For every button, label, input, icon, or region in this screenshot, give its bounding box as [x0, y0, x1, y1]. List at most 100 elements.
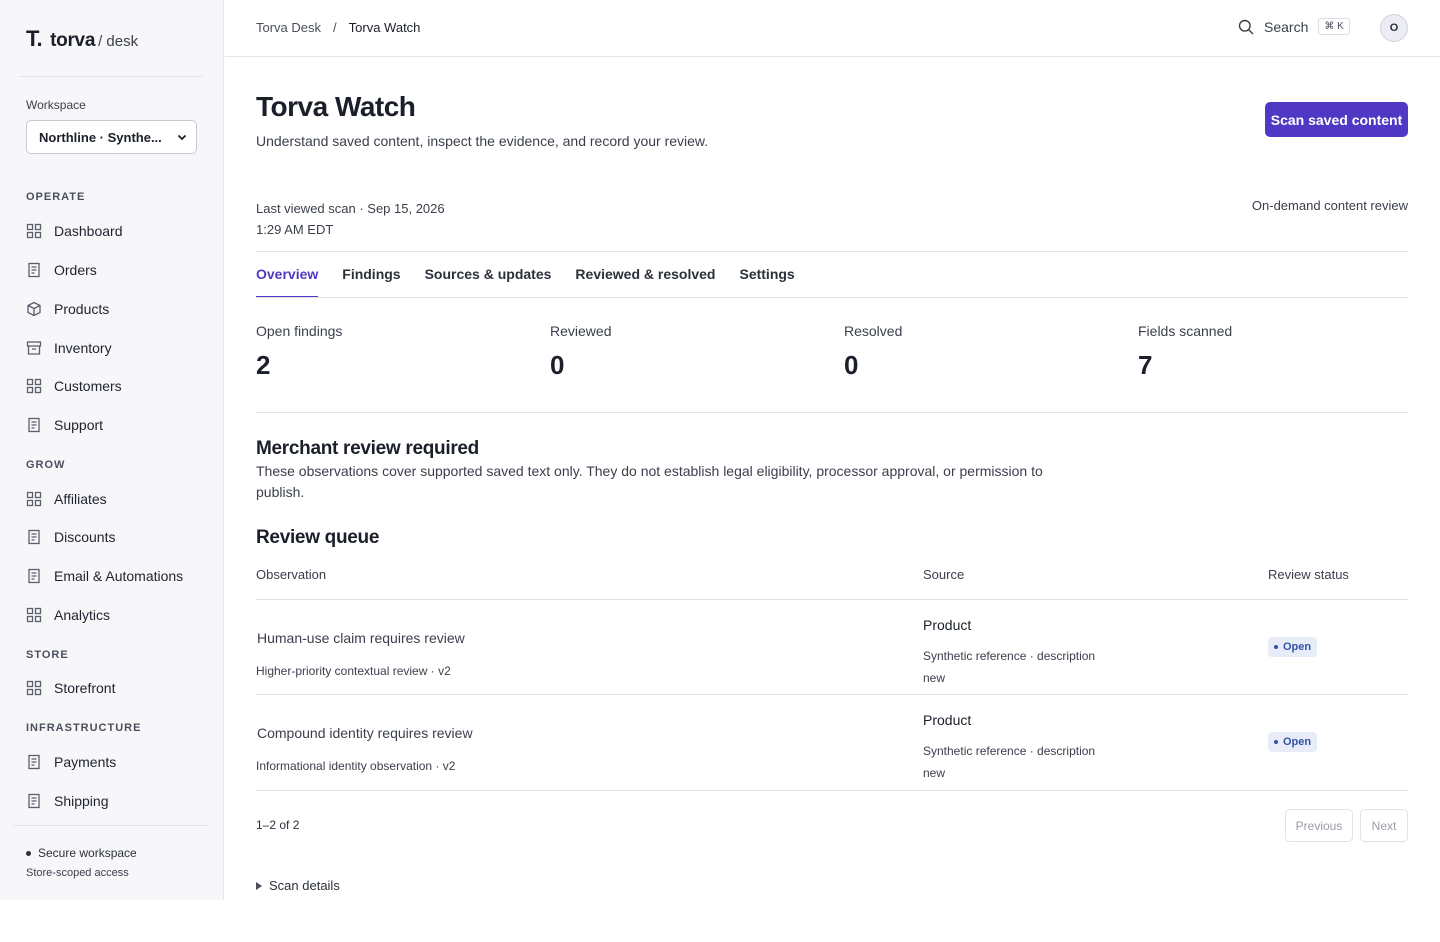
stat-label: Fields scanned — [1138, 323, 1233, 339]
secure-workspace-indicator: Secure workspace — [26, 846, 137, 860]
scan-saved-content-button[interactable]: Scan saved content — [1265, 102, 1408, 137]
avatar[interactable]: O — [1380, 14, 1408, 42]
receipt-icon — [26, 754, 42, 770]
brand-mark: T. — [26, 26, 43, 51]
tab-sources-updates[interactable]: Sources & updates — [425, 252, 552, 298]
sidebar-item-label: Dashboard — [54, 223, 123, 239]
sidebar-divider — [20, 76, 203, 77]
grid-icon — [26, 680, 42, 696]
sidebar-item-label: Shipping — [54, 793, 109, 809]
breadcrumb-separator: / — [333, 20, 337, 35]
stat-open-findings: Open findings 2 — [256, 323, 536, 381]
review-mode-label: On-demand content review — [1251, 198, 1408, 213]
observation-title[interactable]: Human-use claim requires review — [257, 630, 465, 646]
sidebar-item-label: Support — [54, 417, 104, 433]
sidebar-item-customers[interactable]: Customers — [26, 372, 206, 400]
receipt-icon — [26, 417, 42, 433]
stat-value: 7 — [1138, 350, 1153, 380]
brand-logo[interactable]: T. torva / desk — [26, 26, 139, 51]
sidebar-item-inventory[interactable]: Inventory — [26, 334, 206, 362]
status-label: Open — [1283, 736, 1312, 748]
search-shortcut: ⌘ K — [1318, 18, 1350, 35]
sidebar-item-label: Discounts — [54, 529, 116, 545]
tab-findings[interactable]: Findings — [342, 252, 400, 298]
status-dot-icon — [1274, 740, 1278, 744]
sidebar-item-label: Inventory — [54, 340, 112, 356]
column-header-review-status: Review status — [1268, 567, 1349, 582]
breadcrumb: Torva Desk / Torva Watch — [256, 20, 420, 35]
column-header-observation: Observation — [256, 567, 327, 582]
notice-text: These observations cover supported saved… — [256, 463, 1043, 500]
source-state: new — [923, 766, 946, 780]
previous-page-button[interactable]: Previous — [1285, 809, 1353, 842]
caret-right-icon — [256, 881, 262, 890]
source-reference: Synthetic reference · description — [923, 649, 1096, 663]
sidebar-item-support[interactable]: Support — [26, 411, 206, 439]
status-dot-icon — [1274, 645, 1278, 649]
grid-icon — [26, 378, 42, 394]
scan-details-toggle[interactable]: Scan details — [256, 878, 340, 893]
tab-settings[interactable]: Settings — [739, 252, 794, 298]
stat-value: 2 — [256, 350, 271, 380]
last-scan-info: Last viewed scan · Sep 15, 2026 1:29 AM … — [256, 198, 445, 240]
brand-sub: / desk — [98, 33, 139, 50]
pagination-count: 1–2 of 2 — [256, 818, 300, 832]
next-page-button[interactable]: Next — [1360, 809, 1408, 842]
stat-value: 0 — [844, 350, 859, 380]
sidebar-item-products[interactable]: Products — [26, 295, 206, 323]
secure-workspace-label: Secure workspace — [38, 846, 137, 860]
source-detail: Synthetic reference · description new — [923, 740, 1095, 784]
sidebar-item-label: Orders — [54, 262, 97, 278]
box-icon — [26, 301, 42, 317]
last-scan-time: 1:29 AM EDT — [256, 222, 334, 237]
section-infrastructure: INFRASTRUCTURE — [26, 722, 142, 734]
search-label: Search — [1264, 18, 1309, 35]
scan-details-label: Scan details — [269, 878, 340, 893]
top-bar: Torva Desk / Torva Watch Search ⌘ K O — [225, 0, 1440, 57]
table-row[interactable]: Compound identity requires review Inform… — [256, 695, 1408, 790]
section-grow: GROW — [26, 459, 66, 471]
divider — [256, 297, 1408, 298]
divider — [256, 790, 1408, 791]
grid-icon — [26, 607, 42, 623]
chevron-down-icon — [177, 130, 187, 145]
stat-resolved: Resolved 0 — [844, 323, 1124, 381]
workspace-select[interactable]: Northline · Synthe... — [26, 120, 197, 154]
sidebar-item-shipping[interactable]: Shipping — [26, 787, 206, 815]
divider — [256, 412, 1408, 413]
status-badge: Open — [1268, 637, 1318, 657]
observation-detail: Higher-priority contextual review · v2 — [256, 664, 451, 678]
tab-reviewed-resolved[interactable]: Reviewed & resolved — [575, 252, 715, 298]
column-header-source: Source — [923, 567, 965, 582]
search-icon — [1238, 19, 1254, 35]
breadcrumb-torva-desk[interactable]: Torva Desk — [256, 20, 321, 35]
sidebar-item-analytics[interactable]: Analytics — [26, 601, 206, 629]
table-row[interactable]: Human-use claim requires review Higher-p… — [256, 600, 1408, 695]
sidebar-item-affiliates[interactable]: Affiliates — [26, 485, 206, 513]
receipt-icon — [26, 793, 42, 809]
sidebar-item-discounts[interactable]: Discounts — [26, 523, 206, 551]
tab-overview[interactable]: Overview — [256, 252, 319, 298]
tab-bar: Overview Findings Sources & updates Revi… — [256, 252, 795, 298]
archive-icon — [26, 340, 42, 356]
sidebar-item-dashboard[interactable]: Dashboard — [26, 217, 206, 245]
sidebar-item-email-automations[interactable]: Email & Automations — [26, 562, 206, 590]
sidebar-item-label: Payments — [54, 754, 117, 770]
sidebar-item-orders[interactable]: Orders — [26, 256, 206, 284]
page-subtitle: Understand saved content, inspect the ev… — [256, 133, 709, 149]
observation-title[interactable]: Compound identity requires review — [257, 725, 473, 741]
stat-label: Open findings — [256, 323, 343, 339]
sidebar-item-payments[interactable]: Payments — [26, 748, 206, 776]
brand-name: torva — [50, 30, 96, 51]
status-dot-icon — [26, 850, 31, 856]
sidebar-item-storefront[interactable]: Storefront — [26, 674, 206, 702]
sidebar-item-label: Customers — [54, 378, 122, 394]
source-detail: Synthetic reference · description new — [923, 645, 1095, 689]
search-button[interactable]: Search ⌘ K — [1238, 18, 1350, 35]
receipt-icon — [26, 262, 42, 278]
source-type: Product — [923, 712, 972, 728]
breadcrumb-current: Torva Watch — [348, 20, 421, 35]
stat-label: Reviewed — [550, 323, 612, 339]
last-scan-date: Last viewed scan · Sep 15, 2026 — [256, 201, 445, 216]
source-type: Product — [923, 617, 972, 633]
